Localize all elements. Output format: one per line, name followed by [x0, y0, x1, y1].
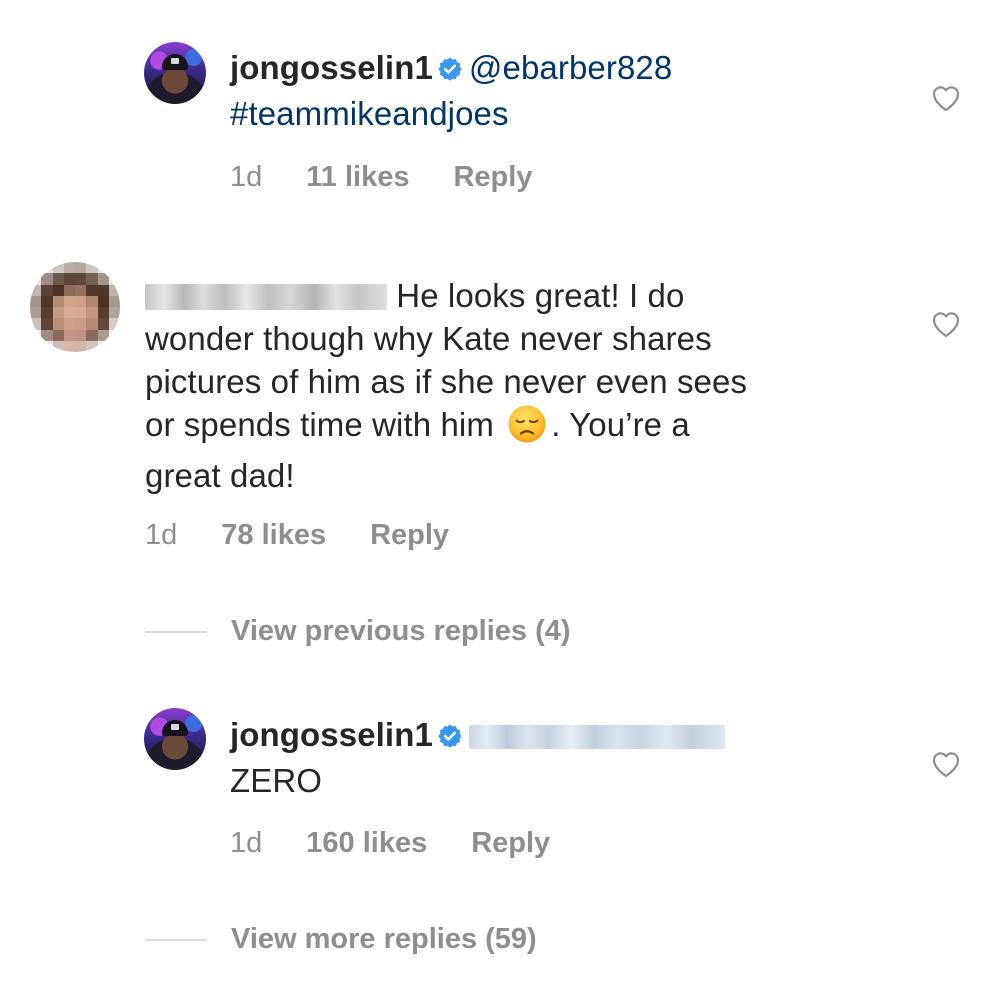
avatar-cap-shape — [162, 720, 188, 736]
view-more-replies-label: View more replies (59) — [231, 923, 537, 955]
reply-button[interactable]: Reply — [471, 827, 550, 859]
view-previous-replies-label: View previous replies (4) — [231, 615, 571, 647]
view-more-replies-button[interactable]: View more replies (59) — [145, 923, 537, 956]
disappointed-face-icon — [507, 404, 547, 454]
heart-outline-icon[interactable] — [930, 308, 962, 340]
avatar[interactable] — [30, 262, 120, 352]
comment-meta: 1d 78 likes Reply — [145, 518, 449, 552]
comment-time: 1d — [145, 519, 178, 551]
comment-line: . You’re a — [551, 406, 690, 443]
hashtag-link[interactable]: #teammikeandjoes — [230, 92, 672, 135]
reply-button[interactable]: Reply — [453, 161, 532, 193]
comment-line: ZERO — [230, 762, 323, 799]
comment-body: jongosselin1 ZERO — [230, 713, 725, 802]
username-link[interactable]: jongosselin1 — [230, 716, 433, 753]
likes-count[interactable]: 11 likes — [306, 161, 409, 193]
verified-badge-icon — [437, 716, 463, 759]
avatar[interactable] — [144, 42, 206, 104]
avatar-cap-shape — [162, 54, 188, 70]
comment-time: 1d — [230, 161, 263, 193]
blurred-mention[interactable] — [468, 725, 725, 749]
comment-line: wonder though why Kate never shares — [145, 320, 712, 357]
comment-meta: 1d 11 likes Reply — [230, 160, 532, 194]
comment-meta: 1d 160 likes Reply — [230, 826, 550, 860]
comment-line: or spends time with him — [145, 406, 494, 443]
verified-badge-icon — [437, 49, 463, 92]
reply-button[interactable]: Reply — [370, 519, 449, 551]
comment-line: pictures of him as if she never even see… — [145, 363, 748, 400]
mention-link[interactable]: @ebarber828 — [469, 49, 672, 86]
likes-count[interactable]: 160 likes — [306, 827, 427, 859]
heart-outline-icon[interactable] — [930, 748, 962, 780]
avatar[interactable] — [144, 708, 206, 770]
comment-body: jongosselin1 @ebarber828 #teammikeandjoes — [230, 46, 672, 135]
blurred-username[interactable] — [145, 284, 387, 310]
view-previous-replies-button[interactable]: View previous replies (4) — [145, 615, 571, 648]
comment-time: 1d — [230, 827, 263, 859]
comment-body: He looks great! I do wonder though why K… — [145, 274, 747, 497]
username-link[interactable]: jongosselin1 — [230, 49, 433, 86]
comment-line: great dad! — [145, 457, 295, 494]
likes-count[interactable]: 78 likes — [221, 519, 326, 551]
divider-line — [145, 938, 207, 941]
divider-line — [145, 630, 207, 633]
comment-line: He looks great! I do — [396, 277, 685, 314]
heart-outline-icon[interactable] — [930, 82, 962, 114]
